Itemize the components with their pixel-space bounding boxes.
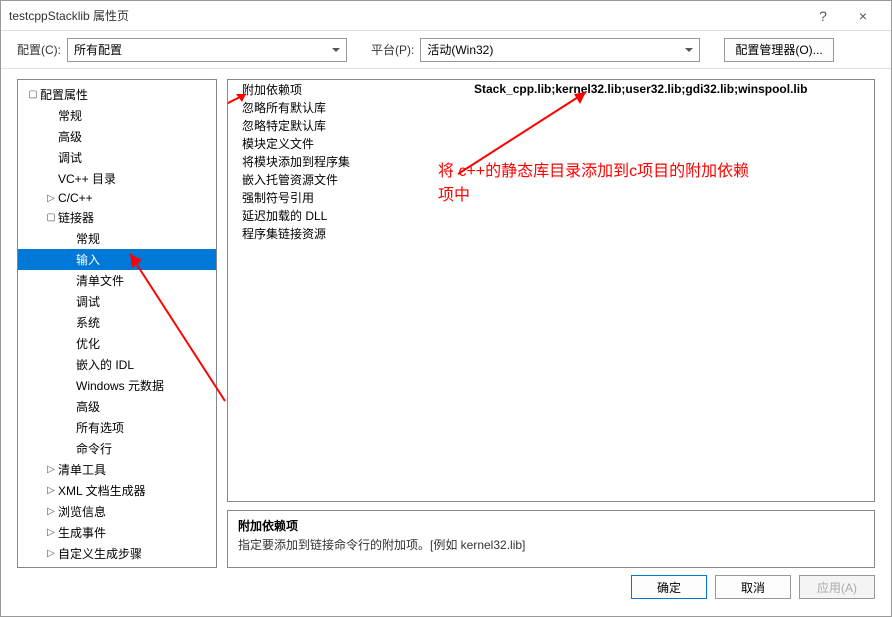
- tree-item-label: 生成事件: [58, 524, 106, 541]
- tree-item-label: XML 文档生成器: [58, 482, 146, 499]
- expand-arrow-icon[interactable]: ▢: [46, 212, 56, 223]
- tree-item[interactable]: 输入: [18, 249, 216, 270]
- tree-item[interactable]: 高级: [18, 396, 216, 417]
- tree-item[interactable]: ▷生成事件: [18, 522, 216, 543]
- tree-item-label: 链接器: [58, 209, 94, 226]
- platform-combo[interactable]: 活动(Win32): [420, 38, 700, 62]
- tree-item-label: 嵌入的 IDL: [76, 356, 134, 373]
- tree-item[interactable]: ▷自定义生成步骤: [18, 543, 216, 564]
- expand-arrow-icon[interactable]: ▷: [46, 548, 56, 559]
- tree-item[interactable]: 调试: [18, 291, 216, 312]
- tree-item-label: 调试: [58, 149, 82, 166]
- tree-item[interactable]: 嵌入的 IDL: [18, 354, 216, 375]
- tree-item-label: 高级: [76, 398, 100, 415]
- main-area: ▢配置属性常规高级调试VC++ 目录▷C/C++▢链接器常规输入清单文件调试系统…: [1, 69, 891, 568]
- tree-item-label: 清单文件: [76, 272, 124, 289]
- tree-item-label: 常规: [76, 230, 100, 247]
- tree-item-label: 优化: [76, 335, 100, 352]
- property-row[interactable]: 延迟加载的 DLL: [228, 206, 874, 224]
- tree-item[interactable]: 常规: [18, 228, 216, 249]
- tree-item-label: 所有选项: [76, 419, 124, 436]
- property-name: 延迟加载的 DLL: [228, 207, 468, 224]
- tree-item-label: Windows 元数据: [76, 377, 164, 394]
- property-name: 忽略所有默认库: [228, 99, 468, 116]
- tree-item[interactable]: ▷浏览信息: [18, 501, 216, 522]
- tree-item[interactable]: VC++ 目录: [18, 168, 216, 189]
- property-row[interactable]: 模块定义文件: [228, 134, 874, 152]
- tree-item-label: C/C++: [58, 191, 93, 205]
- platform-label: 平台(P):: [371, 41, 414, 58]
- config-combo[interactable]: 所有配置: [67, 38, 347, 62]
- property-row[interactable]: 程序集链接资源: [228, 224, 874, 242]
- tree-item[interactable]: 系统: [18, 312, 216, 333]
- tree-item-label: 输入: [76, 251, 100, 268]
- property-name: 程序集链接资源: [228, 225, 468, 242]
- property-row[interactable]: 嵌入托管资源文件: [228, 170, 874, 188]
- tree-item[interactable]: 优化: [18, 333, 216, 354]
- config-value: 所有配置: [74, 41, 122, 58]
- description-box: 附加依赖项 指定要添加到链接命令行的附加项。[例如 kernel32.lib]: [227, 510, 875, 568]
- property-name: 模块定义文件: [228, 135, 468, 152]
- expand-arrow-icon[interactable]: ▷: [46, 485, 56, 496]
- tree-item-label: 高级: [58, 128, 82, 145]
- description-title: 附加依赖项: [238, 517, 864, 534]
- property-page-window: testcppStacklib 属性页 ? × 配置(C): 所有配置 平台(P…: [0, 0, 892, 617]
- tree-item-label: 常规: [58, 107, 82, 124]
- expand-arrow-icon[interactable]: ▷: [46, 464, 56, 475]
- tree-item-label: 清单工具: [58, 461, 106, 478]
- expand-arrow-icon[interactable]: ▷: [46, 506, 56, 517]
- property-row[interactable]: 忽略所有默认库: [228, 98, 874, 116]
- config-manager-button[interactable]: 配置管理器(O)...: [724, 38, 833, 62]
- ok-button[interactable]: 确定: [631, 575, 707, 599]
- tree-item[interactable]: 常规: [18, 105, 216, 126]
- tree-item[interactable]: Windows 元数据: [18, 375, 216, 396]
- tree-item[interactable]: 高级: [18, 126, 216, 147]
- footer: 确定 取消 应用(A): [1, 568, 891, 616]
- cancel-button[interactable]: 取消: [715, 575, 791, 599]
- tree-item[interactable]: ▷C/C++: [18, 189, 216, 207]
- property-name: 附加依赖项: [228, 81, 468, 98]
- property-tree[interactable]: ▢配置属性常规高级调试VC++ 目录▷C/C++▢链接器常规输入清单文件调试系统…: [17, 79, 217, 568]
- toolbar: 配置(C): 所有配置 平台(P): 活动(Win32) 配置管理器(O)...: [1, 31, 891, 69]
- tree-item-label: 浏览信息: [58, 503, 106, 520]
- right-pane: 附加依赖项Stack_cpp.lib;kernel32.lib;user32.l…: [227, 79, 875, 568]
- expand-arrow-icon[interactable]: ▢: [28, 89, 38, 100]
- property-row[interactable]: 附加依赖项Stack_cpp.lib;kernel32.lib;user32.l…: [228, 80, 874, 98]
- property-name: 嵌入托管资源文件: [228, 171, 468, 188]
- expand-arrow-icon[interactable]: ▷: [46, 193, 56, 204]
- tree-item-label: 配置属性: [40, 86, 88, 103]
- expand-arrow-icon[interactable]: ▷: [46, 527, 56, 538]
- tree-item-label: VC++ 目录: [58, 170, 116, 187]
- property-name: 强制符号引用: [228, 189, 468, 206]
- titlebar: testcppStacklib 属性页 ? ×: [1, 1, 891, 31]
- property-row[interactable]: 强制符号引用: [228, 188, 874, 206]
- tree-item[interactable]: ▢链接器: [18, 207, 216, 228]
- tree-item[interactable]: 调试: [18, 147, 216, 168]
- apply-button[interactable]: 应用(A): [799, 575, 875, 599]
- tree-item[interactable]: ▷清单工具: [18, 459, 216, 480]
- window-title: testcppStacklib 属性页: [9, 7, 803, 24]
- property-value[interactable]: Stack_cpp.lib;kernel32.lib;user32.lib;gd…: [468, 82, 874, 96]
- tree-item-label: 调试: [76, 293, 100, 310]
- property-row[interactable]: 忽略特定默认库: [228, 116, 874, 134]
- property-grid[interactable]: 附加依赖项Stack_cpp.lib;kernel32.lib;user32.l…: [227, 79, 875, 502]
- property-row[interactable]: 将模块添加到程序集: [228, 152, 874, 170]
- tree-item[interactable]: ▷XML 文档生成器: [18, 480, 216, 501]
- platform-value: 活动(Win32): [427, 41, 493, 58]
- property-name: 忽略特定默认库: [228, 117, 468, 134]
- tree-item-label: 命令行: [76, 440, 112, 457]
- tree-item[interactable]: ▢配置属性: [18, 84, 216, 105]
- tree-item[interactable]: 清单文件: [18, 270, 216, 291]
- tree-item[interactable]: 命令行: [18, 438, 216, 459]
- description-text: 指定要添加到链接命令行的附加项。[例如 kernel32.lib]: [238, 536, 864, 553]
- config-label: 配置(C):: [17, 41, 61, 58]
- property-name: 将模块添加到程序集: [228, 153, 468, 170]
- tree-item[interactable]: 所有选项: [18, 417, 216, 438]
- tree-item-label: 自定义生成步骤: [58, 545, 142, 562]
- tree-item-label: 系统: [76, 314, 100, 331]
- close-button[interactable]: ×: [843, 8, 883, 24]
- help-button[interactable]: ?: [803, 8, 843, 24]
